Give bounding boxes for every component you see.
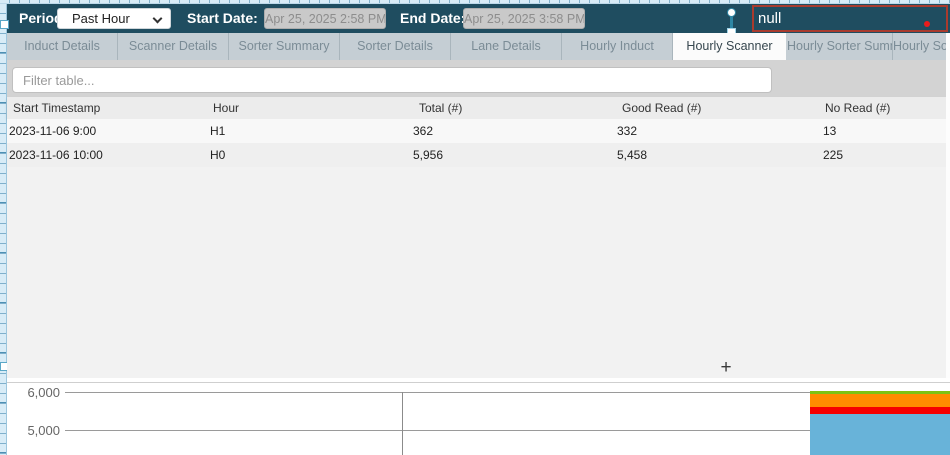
start-date-label: Start Date: — [187, 4, 258, 33]
add-widget-button[interactable]: + — [716, 358, 736, 378]
period-select-value: Past Hour — [72, 9, 130, 28]
table-empty-area — [7, 167, 950, 378]
filter-bar — [7, 60, 950, 97]
table-row[interactable]: 2023-11-06 9:00 H1 362 332 13 — [7, 119, 950, 143]
scrollbar-track[interactable] — [946, 33, 950, 378]
hourly-scanner-chart: 6,000 5,000 — [7, 384, 950, 455]
vertical-ruler — [0, 4, 7, 455]
tab-hourly-scanner[interactable]: Hourly Scanner — [673, 33, 787, 60]
column-header-no-read[interactable]: No Read (#) — [825, 97, 890, 119]
start-date-input[interactable] — [264, 8, 386, 29]
cell-no-read: 225 — [823, 143, 843, 167]
panel-divider — [7, 378, 950, 383]
table-row[interactable]: 2023-11-06 10:00 H0 5,956 5,458 225 — [7, 143, 950, 167]
cell-start-timestamp: 2023-11-06 10:00 — [9, 143, 103, 167]
category-divider-line — [402, 392, 403, 455]
toolbar: Period: Past Hour Start Date: End Date: … — [7, 4, 950, 33]
designer-canvas: Period: Past Hour Start Date: End Date: … — [0, 0, 950, 455]
tab-scanner-details[interactable]: Scanner Details — [118, 33, 229, 60]
cell-good-read: 5,458 — [617, 143, 647, 167]
cell-total: 362 — [413, 119, 433, 143]
y-axis-tick-5000: 5,000 — [8, 423, 60, 438]
tab-hourly-sorter-summary[interactable]: Hourly Sorter Summar — [787, 33, 893, 60]
tab-sorter-details[interactable]: Sorter Details — [340, 33, 451, 60]
column-header-good-read[interactable]: Good Read (#) — [622, 97, 701, 119]
cell-total: 5,956 — [413, 143, 443, 167]
cell-good-read: 332 — [617, 119, 637, 143]
column-header-total[interactable]: Total (#) — [419, 97, 462, 119]
column-header-start-timestamp[interactable]: Start Timestamp — [13, 97, 100, 119]
bar-segment-no-read[interactable] — [810, 407, 950, 414]
tab-lane-details[interactable]: Lane Details — [451, 33, 562, 60]
cell-hour: H1 — [210, 119, 225, 143]
column-header-hour[interactable]: Hour — [213, 97, 239, 119]
cell-hour: H0 — [210, 143, 225, 167]
resize-handle-left-top[interactable] — [0, 20, 9, 29]
tab-hourly-induct[interactable]: Hourly Induct — [562, 33, 673, 60]
end-date-label: End Date: — [400, 4, 465, 33]
bar-segment-good-read[interactable] — [810, 414, 950, 455]
tab-induct-details[interactable]: Induct Details — [7, 33, 118, 60]
filter-table-input[interactable] — [12, 67, 772, 93]
period-select[interactable]: Past Hour — [57, 8, 171, 29]
y-axis-tick-6000: 6,000 — [8, 385, 60, 400]
cell-start-timestamp: 2023-11-06 9:00 — [9, 119, 96, 143]
null-overlay-field[interactable]: null — [752, 5, 948, 32]
error-dot-icon — [924, 21, 930, 27]
cell-no-read: 13 — [823, 119, 836, 143]
chevron-down-icon — [153, 14, 163, 24]
table-header-row: Start Timestamp Hour Total (#) Good Read… — [7, 97, 950, 119]
tab-hourly-sorter-details[interactable]: Hourly Sort — [893, 33, 949, 60]
bar-segment-orange[interactable] — [810, 394, 950, 407]
tab-bar: Induct Details Scanner Details Sorter Su… — [7, 33, 950, 60]
tab-sorter-summary[interactable]: Sorter Summary — [229, 33, 340, 60]
end-date-input[interactable] — [463, 8, 585, 29]
selection-anchor-circle[interactable] — [727, 8, 736, 17]
